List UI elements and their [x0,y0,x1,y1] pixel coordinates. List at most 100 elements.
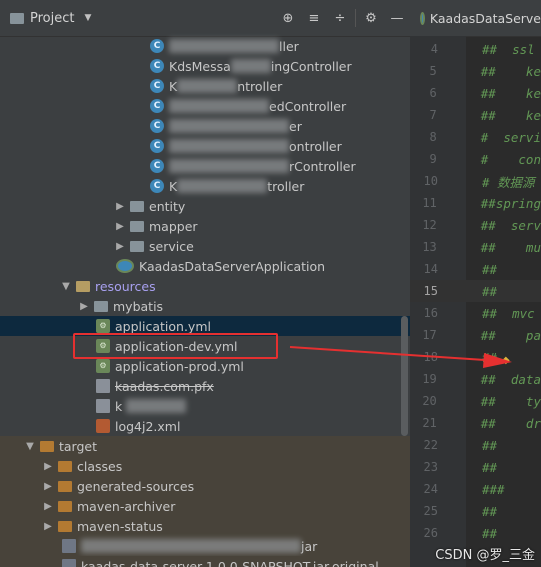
code-line[interactable]: 6 ## ke [410,82,541,104]
code-line[interactable]: 10 # 数据源 [410,170,541,192]
tree-item-mybatis[interactable]: ▶ mybatis [0,296,410,316]
code-line[interactable]: 4 ## ssl [410,38,541,60]
line-number: 25 [423,504,438,518]
project-view-selector[interactable]: Project ▼ [10,11,91,26]
expand-all-icon[interactable]: ≡ [301,11,327,26]
chevron-down-icon[interactable]: ▼ [60,281,72,292]
code-line[interactable]: 9 # con [410,148,541,170]
code-line[interactable]: 7 ## ke [410,104,541,126]
code-line[interactable]: 19 ## data [410,368,541,390]
tree-item-jar[interactable]: jar [0,536,410,556]
chevron-right-icon[interactable]: ▶ [114,241,126,252]
chevron-right-icon[interactable]: ▶ [114,221,126,232]
chevron-right-icon[interactable]: ▶ [114,201,126,212]
code-text: ## serv [480,217,541,233]
tree-item-maven-status[interactable]: ▶ maven-status [0,516,410,536]
tree-item-class[interactable]: C ller [0,36,410,56]
chevron-right-icon[interactable]: ▶ [42,481,54,492]
code-text: ## ty [480,393,541,409]
class-icon: C [150,139,164,153]
chevron-down-icon[interactable]: ▼ [24,441,36,452]
line-number: 13 [422,240,437,254]
collapse-all-icon[interactable]: ÷ [327,11,353,26]
obscured-region [81,539,301,553]
tree-item-file[interactable]: k [0,396,410,416]
archive-icon [62,539,76,553]
chevron-right-icon[interactable]: ▶ [78,301,90,312]
code-line[interactable]: 24 ### [410,478,541,500]
tree-item-jar-original[interactable]: kaadas-data-server-1.0.0-SNAPSHOT.jar.or… [0,556,410,567]
editor-tab-bar: KaadasDataServe [410,0,541,37]
code-line[interactable]: 8 # servi [410,126,541,148]
tree-item-target[interactable]: ▼ target [0,436,410,456]
hide-icon[interactable]: — [384,11,410,26]
tree-item-class[interactable]: C K ntroller [0,76,410,96]
tree-item-resources[interactable]: ▼ resources [0,276,410,296]
chevron-down-icon[interactable]: ▼ [84,13,91,23]
tree-item-class[interactable]: C edController [0,96,410,116]
tree-item-mapper[interactable]: ▶ mapper [0,216,410,236]
tree-item-class[interactable]: C rController [0,156,410,176]
code-line[interactable]: 12 ## serv [410,214,541,236]
resources-folder-icon [76,280,90,292]
project-toolbar: ⊕ ≡ ÷ ⚙ — [275,0,410,36]
locate-icon[interactable]: ⊕ [275,11,301,26]
tree-item-pfx-file[interactable]: kaadas.com.pfx [0,376,410,396]
tree-item-class[interactable]: C ontroller [0,136,410,156]
code-line[interactable]: 14 ## [410,258,541,280]
highlight-box [73,333,278,359]
excluded-folder-icon [40,440,54,452]
chevron-right-icon[interactable]: ▶ [42,461,54,472]
tab-kaadas-data-server[interactable]: KaadasDataServe [430,11,541,26]
yaml-file-icon: ⚙ [96,359,110,373]
code-line[interactable]: 21 ## dr [410,412,541,434]
gear-icon[interactable]: ⚙ [358,11,384,26]
folder-icon [94,300,108,312]
code-line[interactable]: 5 ## ke [410,60,541,82]
line-number: 8 [429,130,437,144]
line-number: 26 [423,526,438,540]
code-line[interactable]: 16 ## mvc [410,302,541,324]
chevron-right-icon[interactable]: ▶ [42,501,54,512]
intention-bulb-icon[interactable]: ◆ [502,355,510,366]
class-icon: C [150,159,164,173]
code-line[interactable]: 15 ## [410,280,541,302]
tree-item-application-prod-yml[interactable]: ⚙ application-prod.yml [0,356,410,376]
tree-item-log4j2-xml[interactable]: log4j2.xml [0,416,410,436]
archive-icon [62,559,76,567]
project-title: Project [30,10,75,26]
folder-icon [58,480,72,492]
code-line[interactable]: 26 ## [410,522,541,544]
tree-item-generated-sources[interactable]: ▶ generated-sources [0,476,410,496]
tree-item-class[interactable]: C K troller [0,176,410,196]
code-line[interactable]: 18 ## [410,346,541,368]
package-icon [130,220,144,232]
tree-item-application-class[interactable]: KaadasDataServerApplication [0,256,410,276]
scrollbar[interactable] [401,316,408,436]
tree-item-class[interactable]: C er [0,116,410,136]
unknown-file-icon [96,399,110,413]
tree-item-service[interactable]: ▶ service [0,236,410,256]
code-line[interactable]: 11 ##spring [410,192,541,214]
code-line[interactable]: 13 ## mu [410,236,541,258]
class-icon: C [150,99,164,113]
code-line[interactable]: 20 ## ty [410,390,541,412]
folder-icon [58,460,72,472]
code-line[interactable]: 17 ## pa [410,324,541,346]
tree-item-classes[interactable]: ▶ classes [0,456,410,476]
tree-item-class[interactable]: C KdsMessa ingController [0,56,410,76]
code-line[interactable]: 22 ## [410,434,541,456]
code-line[interactable]: 23 ## [410,456,541,478]
code-text: ### [482,481,505,497]
line-number: 5 [429,64,437,78]
chevron-right-icon[interactable]: ▶ [42,521,54,532]
folder-icon [58,500,72,512]
line-number: 22 [423,438,438,452]
tree-item-entity[interactable]: ▶ entity [0,196,410,216]
code-text: ##spring [480,195,541,211]
tree-item-maven-archiver[interactable]: ▶ maven-archiver [0,496,410,516]
obscured-region [230,59,271,73]
code-line[interactable]: 25 ## [410,500,541,522]
line-number: 24 [423,482,438,496]
line-number: 6 [429,86,437,100]
